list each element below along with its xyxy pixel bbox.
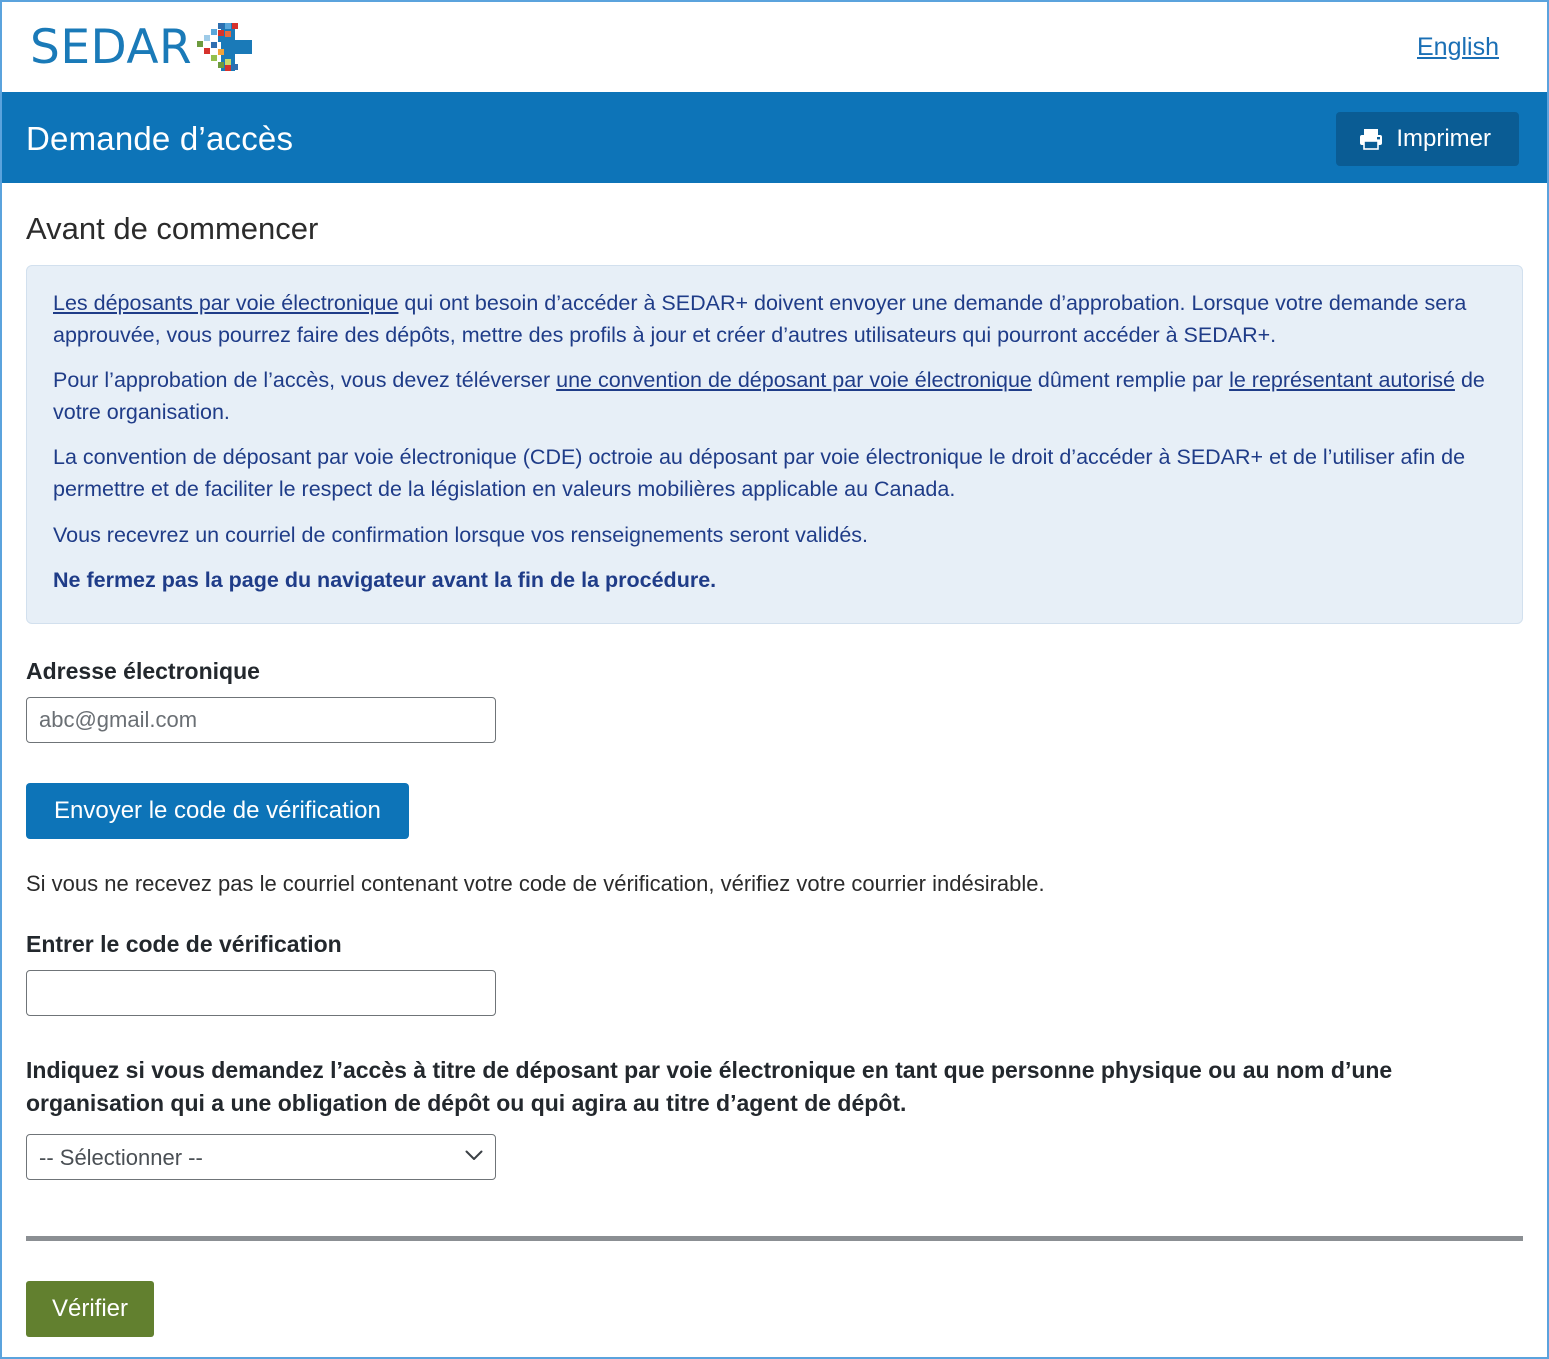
top-bar: SEDAR English <box>2 2 1547 95</box>
info-text: dûment remplie par <box>1031 368 1230 393</box>
info-paragraph: Pour l’approbation de l’accès, vous deve… <box>53 365 1496 428</box>
info-paragraph: Les déposants par voie électronique qui … <box>53 288 1496 351</box>
info-paragraph: Ne fermez pas la page du navigateur avan… <box>53 565 1496 597</box>
print-button[interactable]: Imprimer <box>1336 112 1519 166</box>
sedar-plus-mosaic-icon <box>193 19 255 75</box>
page-frame: SEDAR English Demande d’accès Imprimer A… <box>0 0 1549 1359</box>
form-divider <box>26 1236 1523 1242</box>
language-toggle-link[interactable]: English <box>1417 33 1499 62</box>
filer-type-select[interactable]: -- Sélectionner -- <box>26 1134 496 1181</box>
info-paragraph: La convention de déposant par voie élect… <box>53 442 1496 505</box>
info-link[interactable]: Les déposants par voie électronique <box>53 291 398 315</box>
print-button-label: Imprimer <box>1396 125 1491 152</box>
verification-code-field-label: Entrer le code de vérification <box>26 930 342 957</box>
info-link[interactable]: une convention de déposant par voie élec… <box>556 368 1032 392</box>
filer-type-prompt: Indiquez si vous demandez l’accès à titr… <box>26 1056 1393 1117</box>
info-text: Pour l’approbation de l’accès, vous deve… <box>53 368 557 393</box>
page-title: Demande d’accès <box>26 120 294 157</box>
spam-folder-helper-text: Si vous ne recevez pas le courriel conte… <box>26 870 1045 896</box>
verify-button[interactable]: Vérifier <box>26 1281 155 1338</box>
sedar-plus-logo: SEDAR <box>30 19 255 75</box>
printer-icon <box>1358 127 1384 151</box>
send-verification-code-button[interactable]: Envoyer le code de vérification <box>26 782 409 839</box>
email-field-label: Adresse électronique <box>26 657 260 684</box>
email-field-block: Adresse électronique <box>26 658 1523 743</box>
before-you-begin-info-panel: Les déposants par voie électronique qui … <box>26 265 1523 624</box>
verification-code-field-block: Entrer le code de vérification <box>26 931 1523 1016</box>
main-content: Avant de commencer Les déposants par voi… <box>2 211 1547 1338</box>
section-title: Avant de commencer <box>26 211 319 246</box>
info-emphasis-text: Ne fermez pas la page du navigateur avan… <box>53 568 717 593</box>
info-text: La convention de déposant par voie élect… <box>53 445 1466 501</box>
info-paragraph: Vous recevrez un courriel de confirmatio… <box>53 520 1496 552</box>
page-header-bar: Demande d’accès Imprimer <box>2 95 1547 183</box>
filer-type-select-wrap: -- Sélectionner -- <box>26 1134 496 1181</box>
info-link[interactable]: le représentant autorisé <box>1229 368 1455 392</box>
verification-code-input[interactable] <box>26 969 496 1016</box>
email-input[interactable] <box>26 696 496 743</box>
brand-wordmark: SEDAR <box>30 19 193 75</box>
info-text: Vous recevrez un courriel de confirmatio… <box>53 522 869 547</box>
